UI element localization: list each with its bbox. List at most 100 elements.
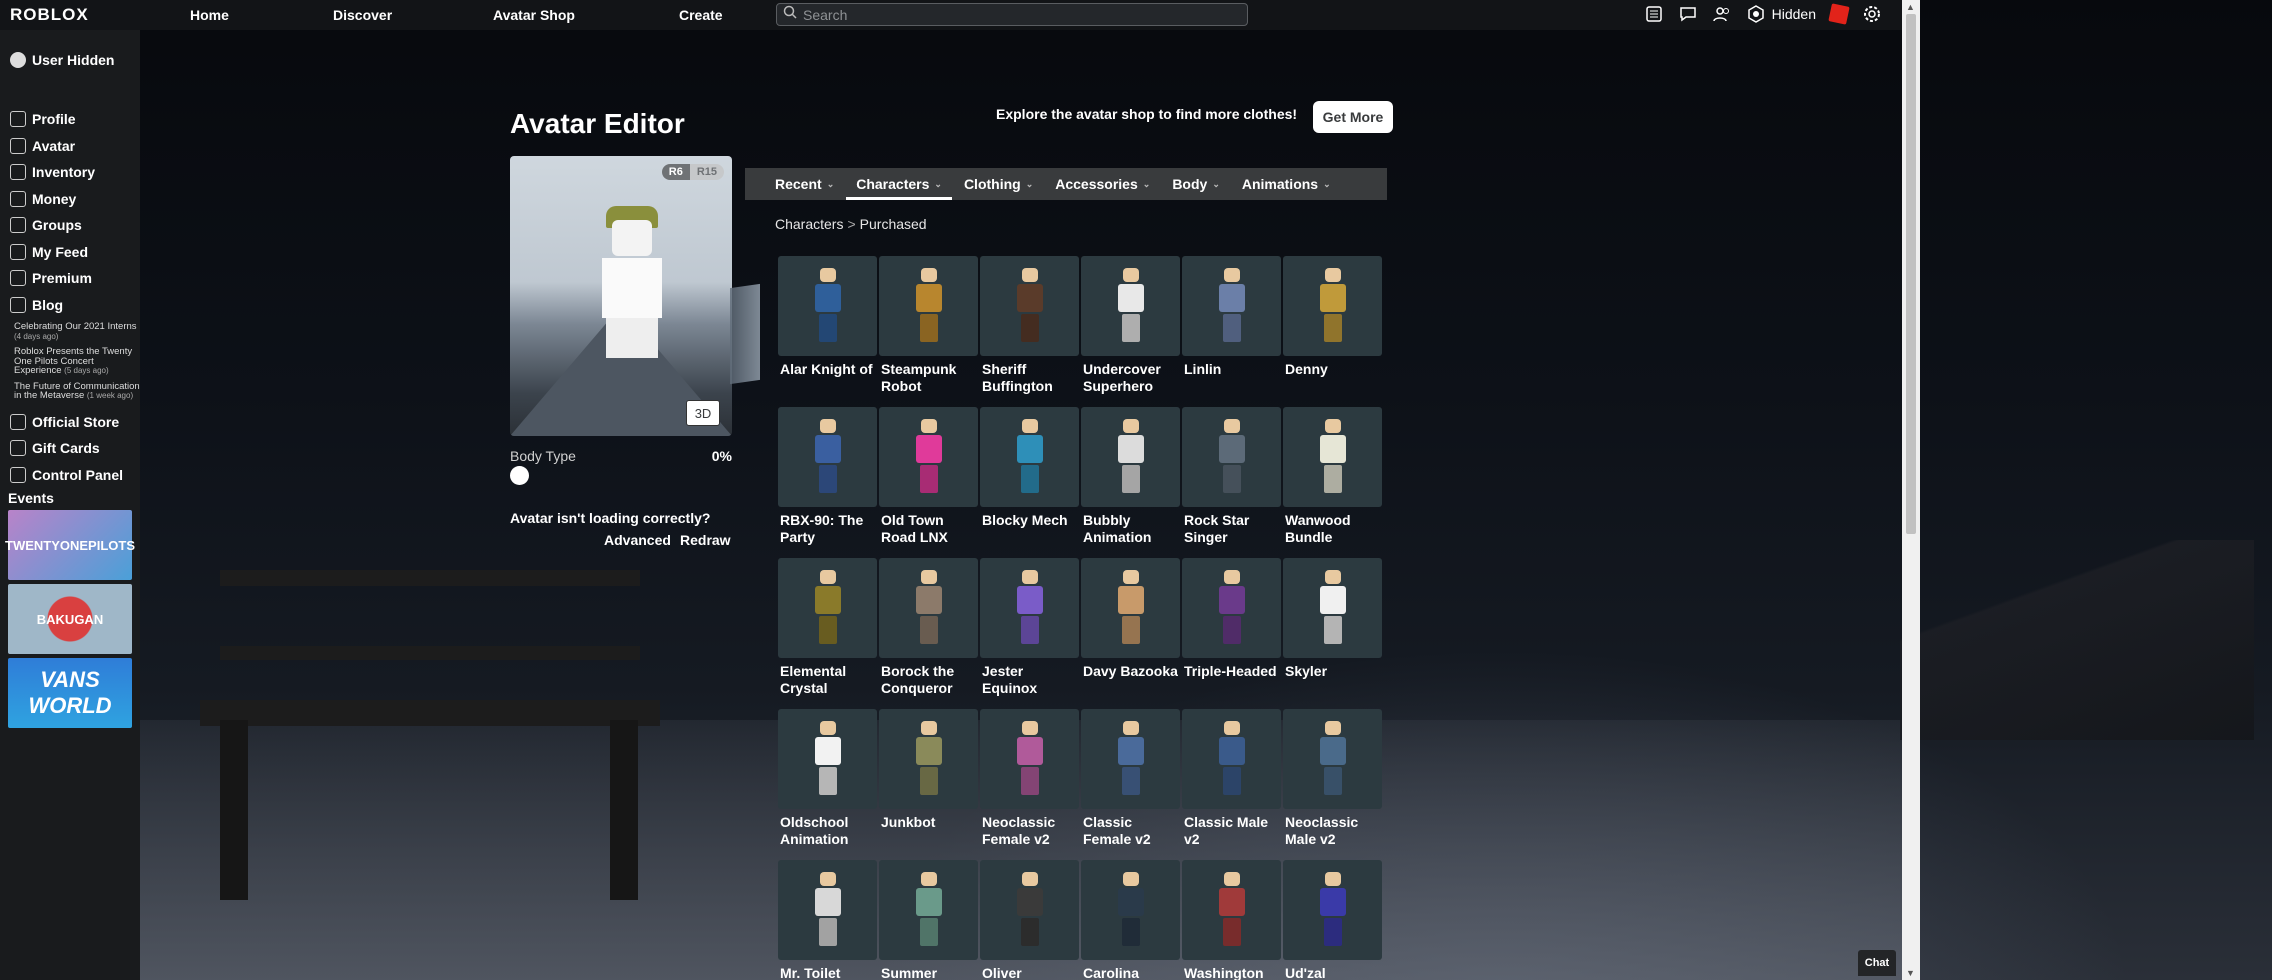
character-card[interactable]: Bubbly Animation	[1080, 407, 1181, 558]
nav-discover[interactable]: Discover	[333, 7, 392, 23]
character-thumbnail[interactable]	[1283, 860, 1382, 960]
character-card[interactable]: Carolina	[1080, 860, 1181, 980]
character-thumbnail[interactable]	[1081, 860, 1180, 960]
character-thumbnail[interactable]	[980, 558, 1079, 658]
character-card[interactable]: Neoclassic Female v2	[979, 709, 1080, 860]
sidebar-item-gift-cards[interactable]: Gift Cards	[0, 435, 140, 462]
tab-animations[interactable]: Animations ⌄	[1232, 168, 1341, 200]
character-thumbnail[interactable]	[778, 709, 877, 809]
character-thumbnail[interactable]	[1182, 860, 1281, 960]
character-thumbnail[interactable]	[1283, 256, 1382, 356]
character-card[interactable]: Classic Male v2	[1181, 709, 1282, 860]
character-card[interactable]: Jester Equinox	[979, 558, 1080, 709]
character-card[interactable]: Old Town Road LNX	[878, 407, 979, 558]
character-thumbnail[interactable]	[1081, 709, 1180, 809]
get-more-button[interactable]: Get More	[1313, 101, 1393, 133]
tab-characters[interactable]: Characters ⌄	[846, 168, 952, 200]
character-thumbnail[interactable]	[778, 860, 877, 960]
character-thumbnail[interactable]	[1081, 407, 1180, 507]
character-card[interactable]: Linlin	[1181, 256, 1282, 407]
character-thumbnail[interactable]	[1182, 558, 1281, 658]
character-card[interactable]: Rock Star Singer	[1181, 407, 1282, 558]
character-card[interactable]: Washington	[1181, 860, 1282, 980]
character-card[interactable]: Classic Female v2	[1080, 709, 1181, 860]
character-thumbnail[interactable]	[1081, 558, 1180, 658]
rig-type-toggle[interactable]: R6 R15	[661, 164, 724, 180]
sidebar-item-profile[interactable]: Profile	[0, 106, 140, 133]
character-card[interactable]: Blocky Mech	[979, 407, 1080, 558]
notes-icon[interactable]	[1644, 4, 1664, 24]
character-card[interactable]: RBX-90: The Party	[777, 407, 878, 558]
character-card[interactable]: Sheriff Buffington	[979, 256, 1080, 407]
character-card[interactable]: Triple-Headed	[1181, 558, 1282, 709]
robux-balance[interactable]: Hidden	[1772, 6, 1816, 22]
character-card[interactable]: Oldschool Animation	[777, 709, 878, 860]
character-thumbnail[interactable]	[879, 407, 978, 507]
scroll-down-icon[interactable]: ▼	[1906, 968, 1915, 978]
chat-bubble-icon[interactable]	[1678, 4, 1698, 24]
roblox-studio-icon[interactable]	[1828, 3, 1850, 25]
character-thumbnail[interactable]	[980, 256, 1079, 356]
search-input[interactable]: Search	[776, 3, 1248, 26]
character-card[interactable]: Wanwood Bundle	[1282, 407, 1383, 558]
character-thumbnail[interactable]	[1283, 407, 1382, 507]
rig-r6-option[interactable]: R6	[661, 164, 690, 180]
sidebar-item-premium[interactable]: Premium	[0, 265, 140, 292]
character-card[interactable]: Mr. Toilet	[777, 860, 878, 980]
robux-icon[interactable]	[1746, 4, 1766, 24]
character-thumbnail[interactable]	[778, 256, 877, 356]
character-card[interactable]: Alar Knight of	[777, 256, 878, 407]
event-banner-twenty-one-pilots[interactable]: TWENTYONEPILOTS	[5, 510, 135, 580]
character-thumbnail[interactable]	[980, 860, 1079, 960]
character-card[interactable]: Davy Bazooka	[1080, 558, 1181, 709]
tab-recent[interactable]: Recent ⌄	[765, 168, 844, 200]
scroll-up-icon[interactable]: ▲	[1906, 2, 1915, 12]
sidebar-item-money[interactable]: Money	[0, 186, 140, 213]
friends-icon[interactable]	[1712, 4, 1732, 24]
character-thumbnail[interactable]	[879, 558, 978, 658]
character-thumbnail[interactable]	[980, 407, 1079, 507]
character-card[interactable]: Undercover Superhero	[1080, 256, 1181, 407]
tab-accessories[interactable]: Accessories ⌄	[1045, 168, 1160, 200]
breadcrumb-parent[interactable]: Characters	[775, 216, 843, 232]
character-thumbnail[interactable]	[778, 407, 877, 507]
blog-post-link[interactable]: Roblox Presents the Twenty One Pilots Co…	[14, 347, 140, 376]
character-thumbnail[interactable]	[1081, 256, 1180, 356]
advanced-link[interactable]: Advanced	[604, 532, 671, 548]
page-scrollbar[interactable]: ▲ ▼	[1902, 0, 1920, 980]
sidebar-item-groups[interactable]: Groups	[0, 212, 140, 239]
character-thumbnail[interactable]	[1182, 709, 1281, 809]
character-thumbnail[interactable]	[778, 558, 877, 658]
character-thumbnail[interactable]	[1283, 709, 1382, 809]
character-card[interactable]: Neoclassic Male v2	[1282, 709, 1383, 860]
event-banner-vans-world[interactable]: VANS WORLD	[8, 658, 132, 728]
sidebar-item-my-feed[interactable]: My Feed	[0, 239, 140, 266]
scrollbar-thumb[interactable]	[1906, 14, 1916, 534]
character-card[interactable]: Borock the Conqueror	[878, 558, 979, 709]
character-card[interactable]: Denny	[1282, 256, 1383, 407]
character-card[interactable]: Skyler	[1282, 558, 1383, 709]
character-card[interactable]: Ud'zal	[1282, 860, 1383, 980]
redraw-link[interactable]: Redraw	[680, 532, 731, 548]
character-card[interactable]: Steampunk Robot	[878, 256, 979, 407]
character-thumbnail[interactable]	[1182, 256, 1281, 356]
character-card[interactable]: Summer	[878, 860, 979, 980]
sidebar-item-control-panel[interactable]: Control Panel	[0, 462, 140, 489]
character-thumbnail[interactable]	[1182, 407, 1281, 507]
character-card[interactable]: Elemental Crystal	[777, 558, 878, 709]
blog-post-link[interactable]: Celebrating Our 2021 Interns (4 days ago…	[14, 322, 140, 341]
view-3d-button[interactable]: 3D	[686, 400, 720, 426]
character-thumbnail[interactable]	[879, 256, 978, 356]
sidebar-item-inventory[interactable]: Inventory	[0, 159, 140, 186]
body-type-slider[interactable]	[510, 466, 529, 485]
character-thumbnail[interactable]	[879, 709, 978, 809]
tab-body[interactable]: Body ⌄	[1162, 168, 1230, 200]
blog-post-link[interactable]: The Future of Communication in the Metav…	[14, 381, 140, 401]
roblox-logo[interactable]: ROBLOX	[10, 5, 180, 25]
character-card[interactable]: Junkbot	[878, 709, 979, 860]
character-thumbnail[interactable]	[1283, 558, 1382, 658]
sidebar-user[interactable]: User Hidden	[0, 30, 140, 68]
nav-create[interactable]: Create	[679, 7, 723, 23]
nav-avatar-shop[interactable]: Avatar Shop	[493, 7, 575, 23]
settings-gear-icon[interactable]	[1862, 4, 1882, 24]
